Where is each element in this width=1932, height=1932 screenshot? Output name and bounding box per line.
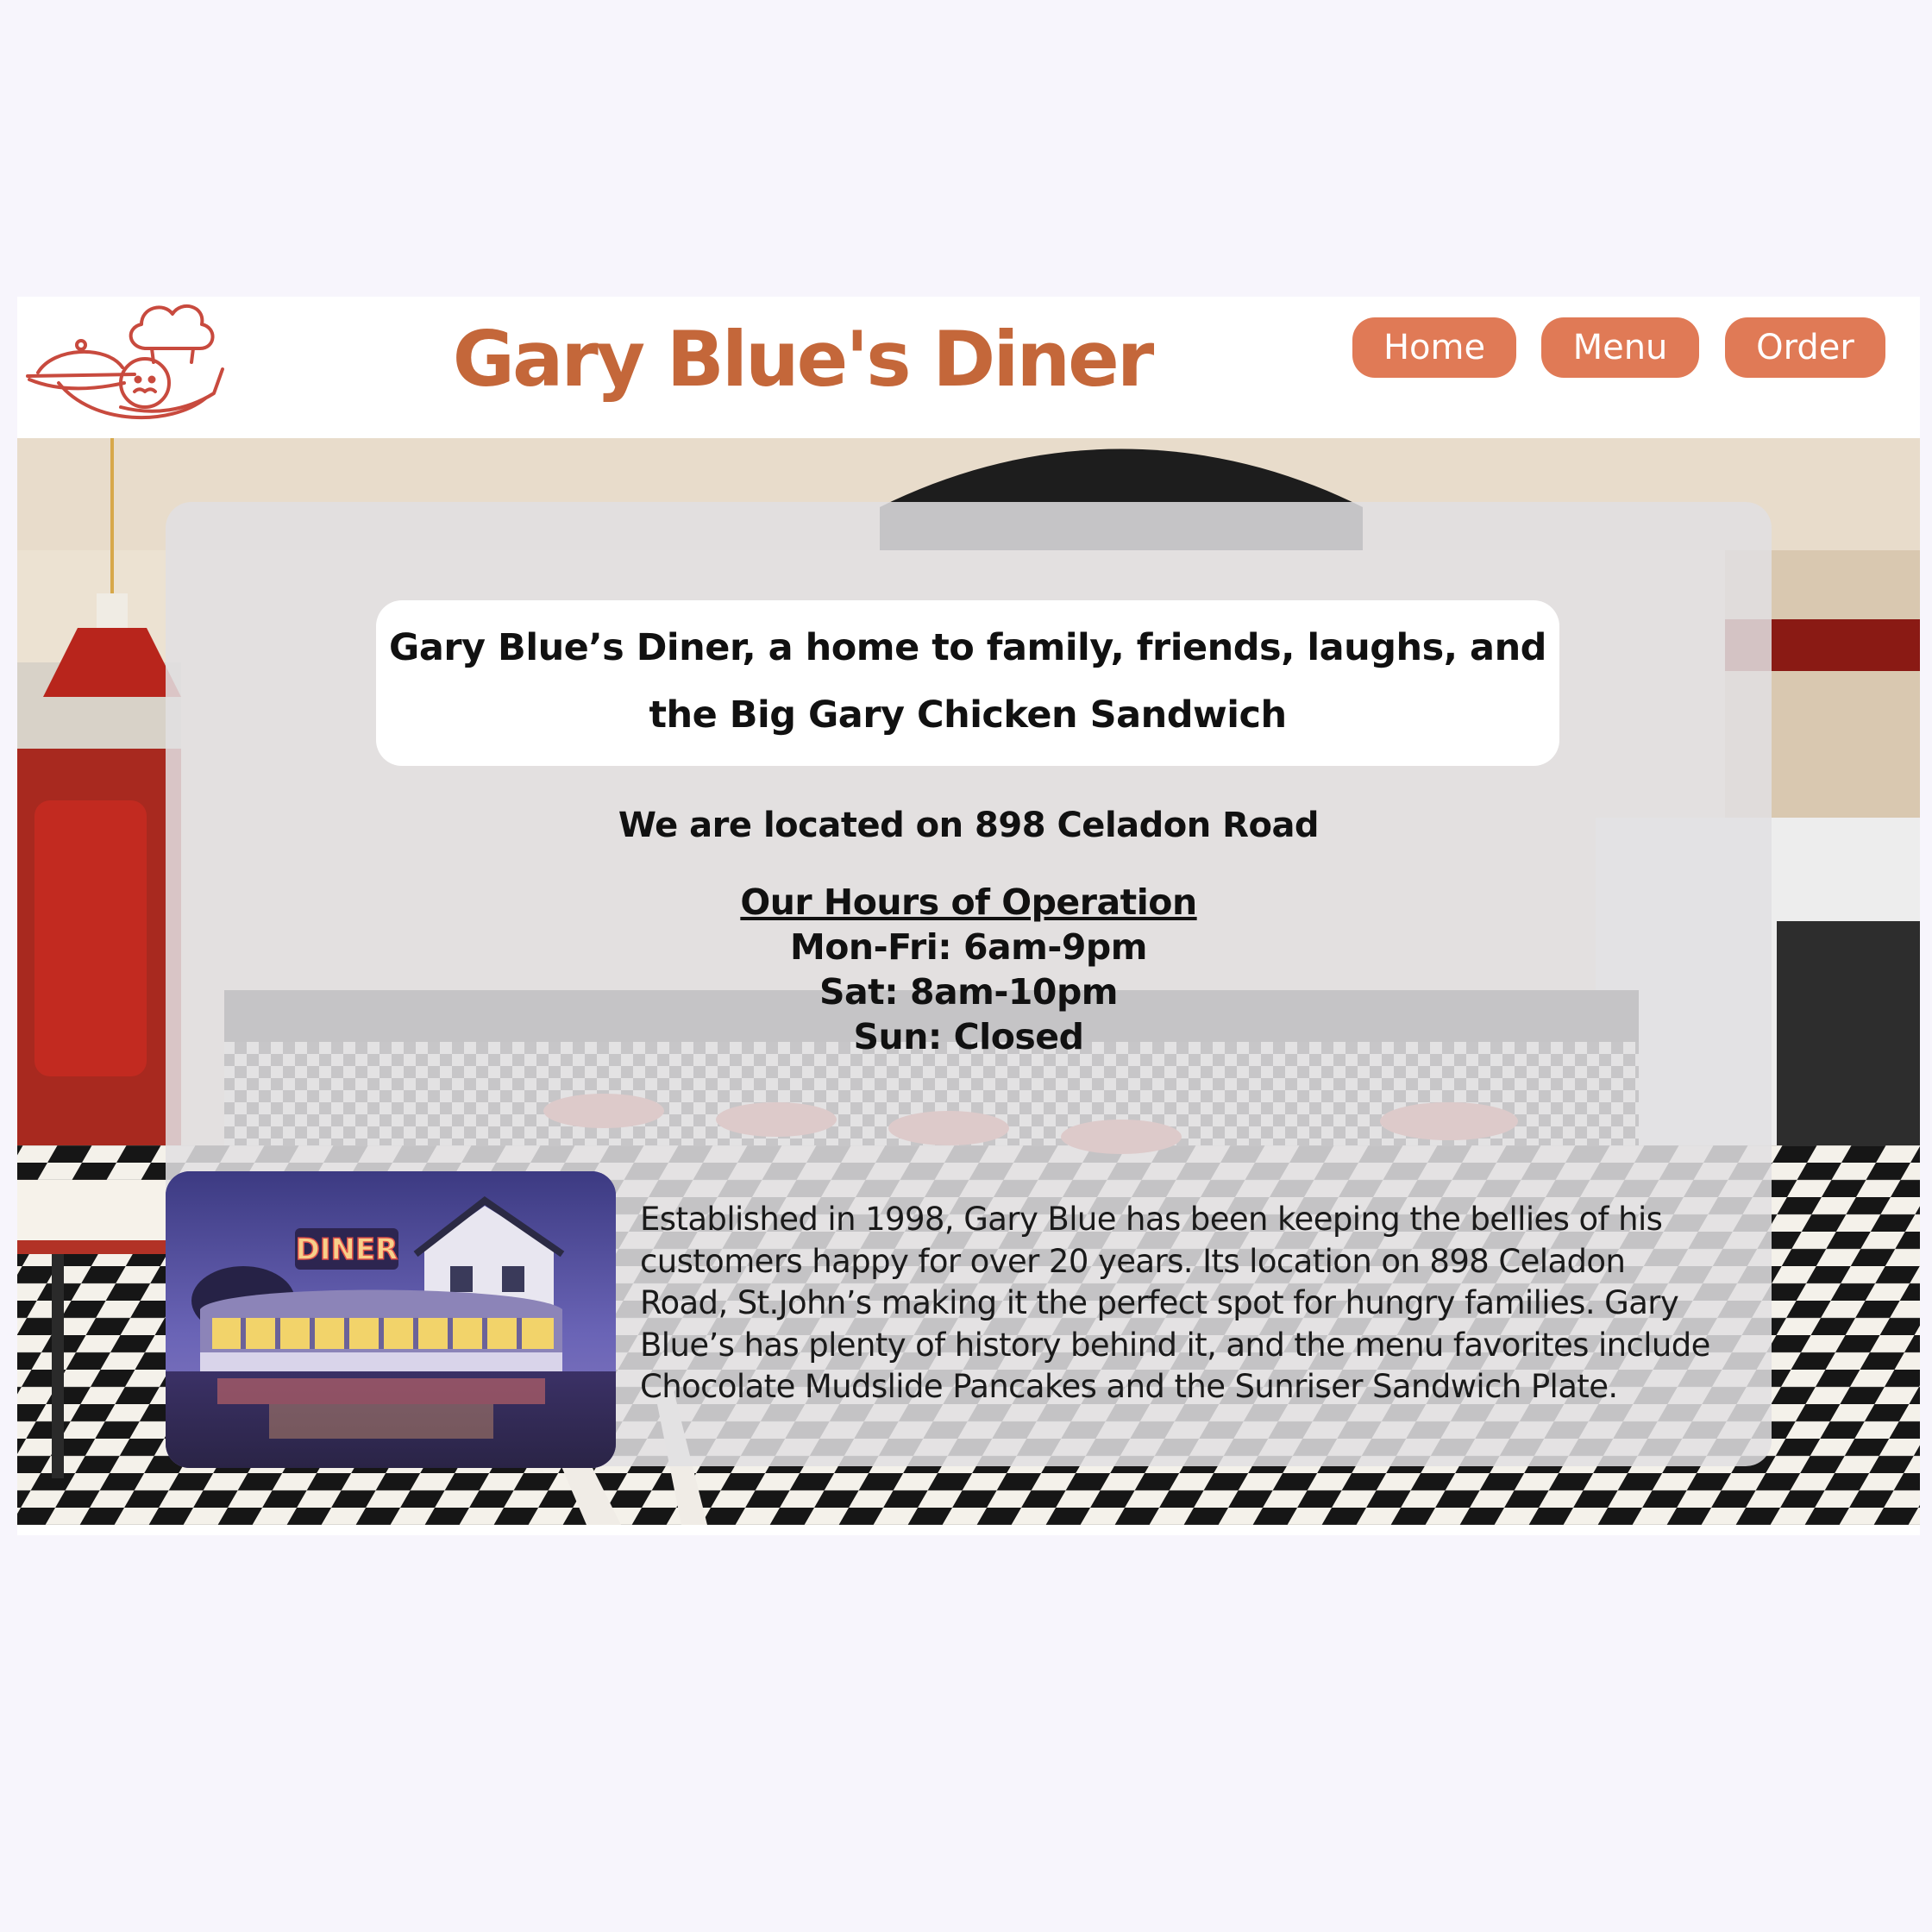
about-line: Road, St.John’s making it the perfect sp… (640, 1284, 1679, 1321)
about-line: customers happy for over 20 years. Its l… (640, 1242, 1626, 1280)
hours-saturday: Sat: 8am-10pm (819, 971, 1119, 1013)
about-paragraph: Established in 1998, Gary Blue has been … (640, 1199, 1753, 1408)
nav-order-button[interactable]: Order (1725, 317, 1885, 378)
diner-exterior-photo: DINER (166, 1171, 616, 1468)
content-panel: Gary Blue’s Diner, a home to family, fri… (166, 502, 1772, 1468)
page: Gary Blue's Diner Home Menu Order Gary B… (17, 297, 1920, 1535)
tagline-line-2: the Big Gary Chicken Sandwich (649, 693, 1287, 737)
about-line: Established in 1998, Gary Blue has been … (640, 1201, 1663, 1238)
neon-diner-sign: DINER (296, 1233, 398, 1267)
about-line: Chocolate Mudslide Pancakes and the Sunr… (640, 1368, 1618, 1405)
hours-title: Our Hours of Operation (740, 881, 1197, 923)
chef-waiter-logo-icon[interactable] (24, 297, 231, 431)
location-text: We are located on 898 Celadon Road (618, 806, 1320, 845)
tagline-line-1: Gary Blue’s Diner, a home to family, fri… (389, 626, 1546, 669)
nav-home-button[interactable]: Home (1352, 317, 1516, 378)
tagline-box: Gary Blue’s Diner, a home to family, fri… (376, 600, 1559, 766)
nav-menu-button[interactable]: Menu (1541, 317, 1699, 378)
site-title: Gary Blue's Diner (452, 315, 1154, 404)
site-header: Gary Blue's Diner Home Menu Order (17, 297, 1920, 438)
hours-block: Our Hours of Operation Mon-Fri: 6am-9pm … (166, 880, 1772, 1059)
hours-sunday: Sun: Closed (853, 1016, 1084, 1057)
about-line: Blue’s has plenty of history behind it, … (640, 1326, 1710, 1364)
hours-weekdays: Mon-Fri: 6am-9pm (789, 926, 1148, 968)
